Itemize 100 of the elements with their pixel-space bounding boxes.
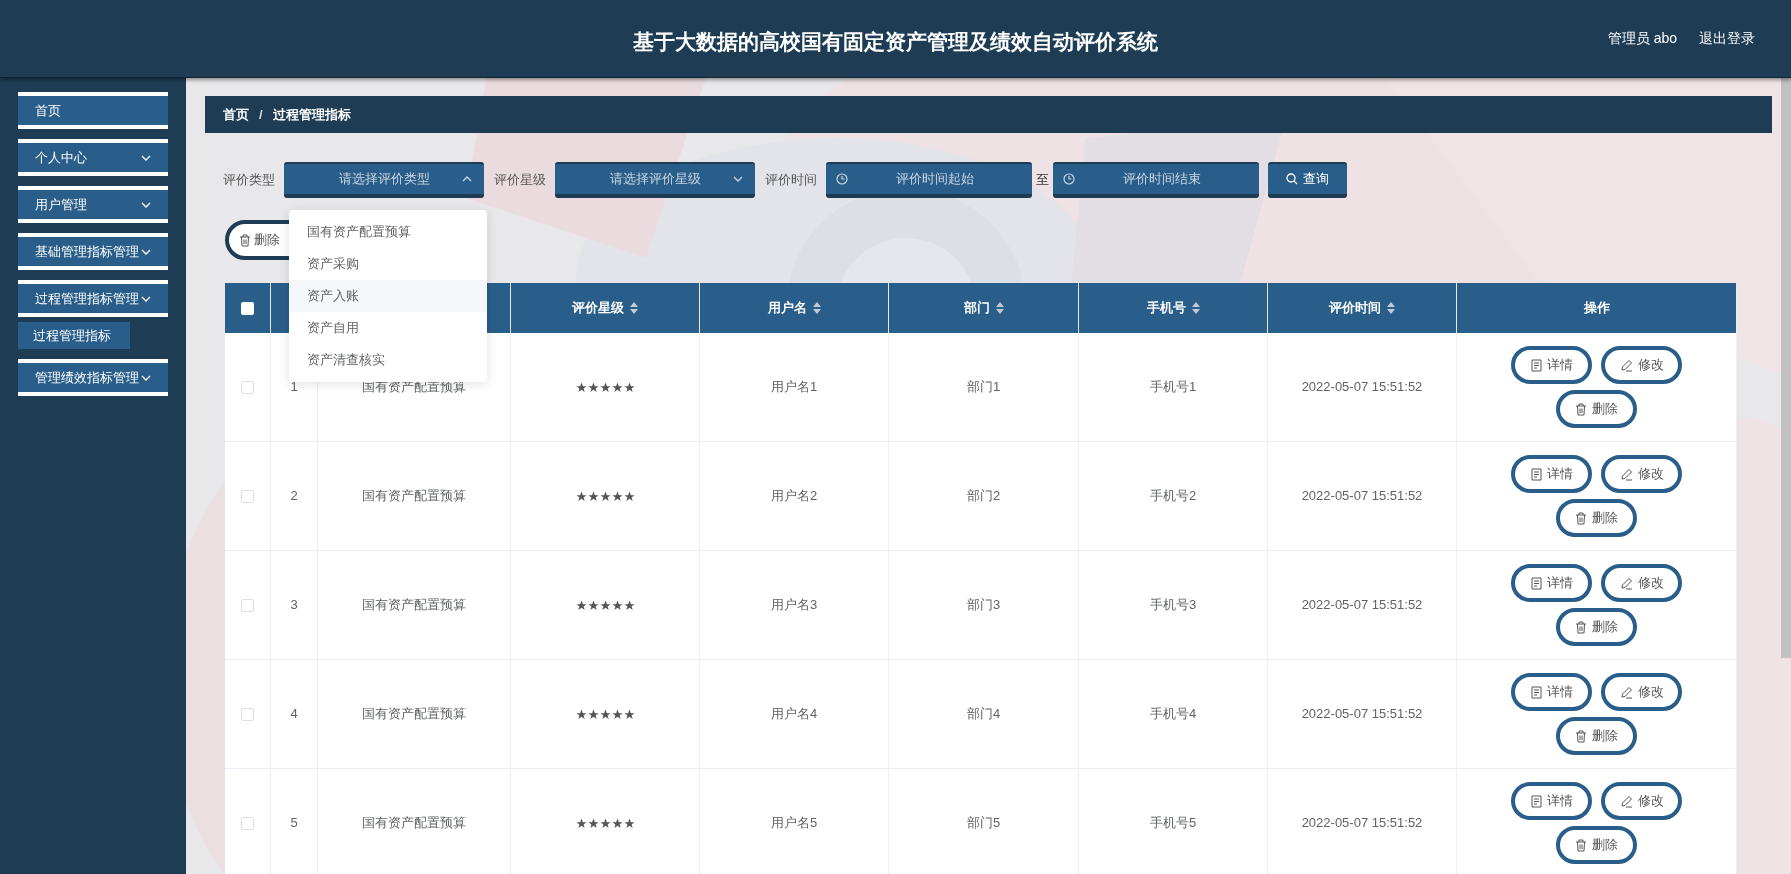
row-action-button[interactable]: 修改 <box>1601 455 1682 493</box>
star-icon <box>587 599 599 611</box>
sidebar-item[interactable]: 首页 <box>18 92 168 129</box>
star-icon <box>575 381 587 393</box>
star-icon <box>599 708 611 720</box>
scrollbar[interactable] <box>1781 78 1791 658</box>
checkbox[interactable] <box>241 598 254 612</box>
row-action-button[interactable]: 详情 <box>1511 673 1592 711</box>
star-icon <box>611 381 623 393</box>
trash-icon <box>239 233 251 247</box>
star-icon <box>611 599 623 611</box>
select-field[interactable]: 请选择评价类型 <box>284 162 484 198</box>
sort-icon[interactable] <box>1191 302 1200 314</box>
row-action-button[interactable]: 删除 <box>1556 499 1637 537</box>
column-header: 评价时间 <box>1329 299 1381 318</box>
dropdown-option[interactable]: 资产自用 <box>289 312 487 344</box>
pencil-icon <box>1619 685 1633 699</box>
row-action-button[interactable]: 删除 <box>1556 608 1637 646</box>
row-action-button[interactable]: 删除 <box>1556 717 1637 755</box>
user-label: 管理员 abo <box>1607 29 1677 48</box>
checkbox[interactable] <box>241 489 254 503</box>
star-icon <box>575 599 587 611</box>
search-button[interactable]: 查询 <box>1268 162 1347 198</box>
pencil-icon <box>1619 794 1633 808</box>
sidebar-subitem[interactable]: 过程管理指标 <box>18 322 130 349</box>
table-cell-text: 部门2 <box>966 487 1001 506</box>
date-field[interactable]: 评价时间结束 <box>1053 162 1259 198</box>
table-cell-text: 2022-05-07 15:51:52 <box>1301 705 1423 724</box>
table-cell-text: 手机号1 <box>1149 378 1197 397</box>
row-action-button[interactable]: 修改 <box>1601 782 1682 820</box>
table-cell-text: 部门5 <box>966 814 1001 833</box>
table-cell-text: 2022-05-07 15:51:52 <box>1301 378 1423 397</box>
sort-icon[interactable] <box>1387 302 1395 314</box>
row-action-button[interactable]: 删除 <box>1556 390 1637 428</box>
row-index: 1 <box>290 378 298 397</box>
dropdown-option[interactable]: 资产清查核实 <box>289 344 487 376</box>
table-cell-text: 部门4 <box>966 705 1001 724</box>
filter-label: 评价类型 <box>223 171 275 190</box>
sidebar-item[interactable]: 用户管理 <box>18 186 168 223</box>
sidebar-item[interactable]: 个人中心 <box>18 139 168 176</box>
pencil-icon <box>1619 467 1633 481</box>
document-icon <box>1530 467 1542 481</box>
checkbox[interactable] <box>241 380 254 394</box>
star-icon <box>599 599 611 611</box>
row-action-button[interactable]: 修改 <box>1601 564 1682 602</box>
chevron-up-icon <box>462 176 472 182</box>
trash-icon <box>1575 620 1587 634</box>
star-icon <box>611 490 623 502</box>
table-cell-text: 部门1 <box>966 378 1001 397</box>
row-action-button[interactable]: 修改 <box>1601 346 1682 384</box>
sort-icon[interactable] <box>995 302 1004 314</box>
star-icon <box>599 817 611 829</box>
star-icon <box>599 490 611 502</box>
star-icon <box>623 381 635 393</box>
trash-icon <box>1575 402 1587 416</box>
range-separator: 至 <box>1036 171 1049 190</box>
filter-label: 评价星级 <box>494 171 546 190</box>
clock-icon <box>836 173 848 185</box>
star-icon <box>599 381 611 393</box>
sidebar-item[interactable]: 过程管理指标管理 <box>18 280 168 317</box>
row-action-button[interactable]: 详情 <box>1511 346 1592 384</box>
sort-icon[interactable] <box>630 302 638 314</box>
table-cell-text: 部门3 <box>966 596 1001 615</box>
search-icon <box>1286 173 1298 185</box>
checkbox[interactable] <box>241 816 254 830</box>
row-index: 2 <box>290 487 298 506</box>
table-cell-text: 用户名5 <box>770 814 818 833</box>
breadcrumb-item[interactable]: 首页 <box>223 104 249 125</box>
column-header: 手机号 <box>1146 299 1186 318</box>
checkbox[interactable] <box>241 707 254 721</box>
table-cell-text: 国有资产配置预算 <box>362 814 466 833</box>
document-icon <box>1530 685 1542 699</box>
checkbox[interactable] <box>241 301 254 315</box>
dropdown-option[interactable]: 资产入账 <box>289 280 487 312</box>
row-action-button[interactable]: 详情 <box>1511 782 1592 820</box>
sort-icon[interactable] <box>812 302 821 314</box>
table-cell-text: 手机号5 <box>1149 814 1197 833</box>
table-cell-text: 用户名4 <box>770 705 818 724</box>
table-cell-text: 国有资产配置预算 <box>362 596 466 615</box>
row-action-button[interactable]: 详情 <box>1511 564 1592 602</box>
select-field[interactable]: 请选择评价星级 <box>555 162 755 198</box>
row-index: 4 <box>290 705 298 724</box>
row-action-button[interactable]: 删除 <box>1556 826 1637 864</box>
table-cell-text: 手机号2 <box>1149 487 1197 506</box>
star-icon <box>587 708 599 720</box>
sidebar-item[interactable]: 基础管理指标管理 <box>18 233 168 270</box>
star-icon <box>587 817 599 829</box>
table-cell-text: 用户名1 <box>770 378 818 397</box>
row-index: 3 <box>290 596 298 615</box>
star-icon <box>611 817 623 829</box>
star-icon <box>575 817 587 829</box>
row-action-button[interactable]: 详情 <box>1511 455 1592 493</box>
row-action-button[interactable]: 修改 <box>1601 673 1682 711</box>
table-cell-text: 手机号3 <box>1149 596 1197 615</box>
logout-link[interactable]: 退出登录 <box>1699 28 1755 49</box>
date-field[interactable]: 评价时间起始 <box>826 162 1032 198</box>
sidebar-item[interactable]: 管理绩效指标管理 <box>18 359 168 396</box>
app-title: 基于大数据的高校国有固定资产管理及绩效自动评价系统 <box>633 29 1158 55</box>
table-cell-text: 2022-05-07 15:51:52 <box>1301 596 1423 615</box>
star-icon <box>587 490 599 502</box>
